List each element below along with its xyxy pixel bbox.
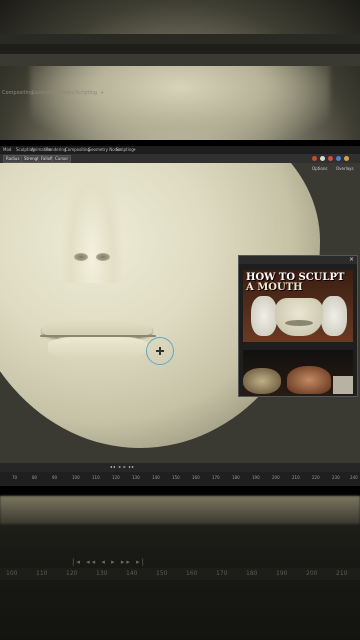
right-nostril (96, 253, 110, 261)
tab-compositing: Compositing (2, 90, 34, 96)
add-workspace-button[interactable]: + (133, 147, 136, 152)
frame-tick: 90 (52, 475, 58, 480)
frame-tick: 130 (132, 475, 140, 480)
lower-lip (48, 337, 148, 361)
playback-controls[interactable]: ◂◂ ◂ ▸ ▸▸ (110, 464, 135, 470)
sculpted-nose (62, 163, 122, 283)
clay-mouth-line (285, 320, 313, 326)
radius-button[interactable]: Radius (3, 155, 23, 163)
blurred-workspace-tabs: Compositing Geometry Nodes Scripting + (0, 44, 360, 96)
frame-tick: 210 (292, 475, 300, 480)
timeline-ruler[interactable]: 70 80 90 100 110 120 130 140 150 160 170… (0, 472, 360, 486)
tab-compositing[interactable]: Compositing (65, 147, 90, 152)
options-button[interactable]: Options (310, 166, 330, 171)
workspace-menubar: Mod Sculpting Animation Rendering Compos… (0, 146, 360, 154)
blurred-face (30, 60, 330, 140)
mask-icon[interactable] (312, 156, 317, 161)
frame-tick: 150 (172, 475, 180, 480)
brush-cursor-icon (146, 337, 174, 365)
blurred-header (0, 34, 360, 44)
frame-tick: 210 (336, 570, 348, 577)
symmetry-icon[interactable] (320, 156, 325, 161)
dyntopo-icon[interactable] (336, 156, 341, 161)
viewport-overlay-controls: Options Overlays (308, 163, 360, 177)
close-icon[interactable]: × (349, 256, 354, 264)
tab-scripting[interactable]: Scripting (116, 147, 134, 152)
frame-tick: 80 (32, 475, 38, 480)
overlays-button[interactable]: Overlays (334, 166, 356, 171)
blurred-timeline-ruler: 100 110 120 130 140 150 160 170 180 190 … (0, 568, 360, 580)
remesh-icon[interactable] (344, 156, 349, 161)
tutorial-thumbnail[interactable]: HOW TO SCULPT A MOUTH (243, 270, 353, 342)
face-set-icon[interactable] (328, 156, 333, 161)
right-hand (321, 296, 347, 336)
frame-tick: 110 (92, 475, 100, 480)
frame-tick: 180 (232, 475, 240, 480)
blurred-face-edge (0, 496, 360, 524)
letterbox-bottom (0, 486, 360, 496)
tab-rendering[interactable]: Rendering (46, 147, 66, 152)
frame-tick: 170 (216, 570, 228, 577)
popup-titlebar[interactable]: × (239, 256, 357, 264)
left-hand (251, 296, 277, 336)
frame-tick: 160 (186, 570, 198, 577)
frame-tick: 190 (252, 475, 260, 480)
video-preview-frame[interactable] (243, 350, 353, 394)
timeline: ◂◂ ◂ ▸ ▸▸ 70 80 90 100 110 120 130 140 1… (0, 463, 360, 486)
frame-tick: 220 (312, 475, 320, 480)
frame-tick: 150 (156, 570, 168, 577)
frame-tick: 240 (350, 475, 358, 480)
add-tab: + (100, 90, 105, 96)
frame-tick: 100 (72, 475, 80, 480)
clay-mouth-model (275, 298, 323, 336)
frame-tick: 130 (96, 570, 108, 577)
frame-tick: 230 (332, 475, 340, 480)
thumbnail-title-line2: A MOUTH (246, 282, 303, 293)
thumbnail-title: HOW TO SCULPT A MOUTH (246, 273, 350, 293)
cursor-button[interactable]: Cursor (52, 155, 72, 163)
bottom-blurred-preview: |◂ ◂◂ ◂ ▸ ▸▸ ▸| 100 110 120 130 140 150 … (0, 496, 360, 640)
blurred-playback-controls: |◂ ◂◂ ◂ ▸ ▸▸ ▸| (72, 558, 146, 566)
sculpt-model-left (243, 368, 281, 394)
blurred-toolbar (0, 54, 360, 66)
frame-tick: 100 (6, 570, 18, 577)
frame-tick: 200 (272, 475, 280, 480)
frame-tick: 70 (12, 475, 18, 480)
sculpt-model-face (287, 366, 331, 394)
tutorial-video-popup[interactable]: × HOW TO SCULPT A MOUTH (238, 255, 358, 397)
top-blurred-preview: Compositing Geometry Nodes Scripting + (0, 0, 360, 140)
menu-item[interactable]: Mod (3, 147, 11, 152)
frame-tick: 180 (246, 570, 258, 577)
frame-tick: 160 (192, 475, 200, 480)
frame-tick: 200 (306, 570, 318, 577)
frame-tick: 170 (212, 475, 220, 480)
left-nostril (74, 253, 88, 261)
frame-tick: 140 (126, 570, 138, 577)
sculpt-model-right (333, 376, 353, 394)
frame-tick: 110 (36, 570, 48, 577)
frame-tick: 120 (112, 475, 120, 480)
tab-scripting: Scripting (75, 90, 98, 96)
frame-tick: 140 (152, 475, 160, 480)
frame-tick: 190 (276, 570, 288, 577)
tab-geometry-nodes: Geometry Nodes (32, 90, 75, 96)
frame-tick: 120 (66, 570, 78, 577)
tool-header: Radius Strength Falloff Cursor (0, 154, 360, 163)
